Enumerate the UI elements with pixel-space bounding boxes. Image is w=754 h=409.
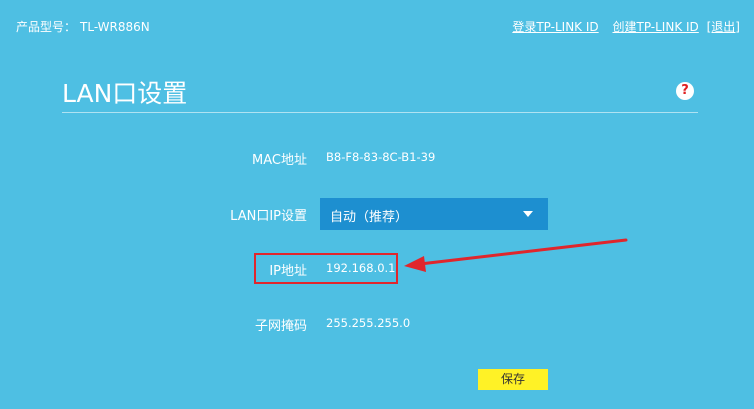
mask-row: 子网掩码 255.255.255.0 xyxy=(0,309,754,339)
logout-link[interactable]: [退出] xyxy=(707,20,740,34)
top-bar: 产品型号： TL-WR886N 登录TP-LINK ID 创建TP-LINK ID… xyxy=(0,0,754,50)
title-divider xyxy=(62,112,698,113)
create-tplink-id-link[interactable]: 创建TP-LINK ID xyxy=(612,20,698,34)
model-value: TL-WR886N xyxy=(80,20,150,34)
lan-ip-mode-value: 自动（推荐） xyxy=(330,210,409,225)
mac-value: B8-F8-83-8C-B1-39 xyxy=(326,150,436,164)
mask-value: 255.255.255.0 xyxy=(326,316,411,330)
account-links: 登录TP-LINK ID 创建TP-LINK ID [退出] xyxy=(502,18,740,35)
mac-row: MAC地址 B8-F8-83-8C-B1-39 xyxy=(0,143,754,173)
product-model: 产品型号： TL-WR886N xyxy=(16,18,150,35)
mask-label: 子网掩码 xyxy=(254,319,307,334)
login-tplink-id-link[interactable]: 登录TP-LINK ID xyxy=(512,20,598,34)
ip-highlight-box xyxy=(254,253,398,284)
save-button[interactable]: 保存 xyxy=(478,369,548,390)
page-title: LAN口设置 xyxy=(62,79,188,108)
question-mark-icon[interactable]: ? xyxy=(676,82,694,100)
chevron-down-icon xyxy=(523,211,533,217)
model-label: 产品型号： xyxy=(16,20,77,34)
lan-ip-label: LAN口IP设置 xyxy=(230,209,307,224)
lan-ip-mode-select[interactable]: 自动（推荐） xyxy=(320,198,548,230)
mac-label: MAC地址 xyxy=(252,153,307,168)
